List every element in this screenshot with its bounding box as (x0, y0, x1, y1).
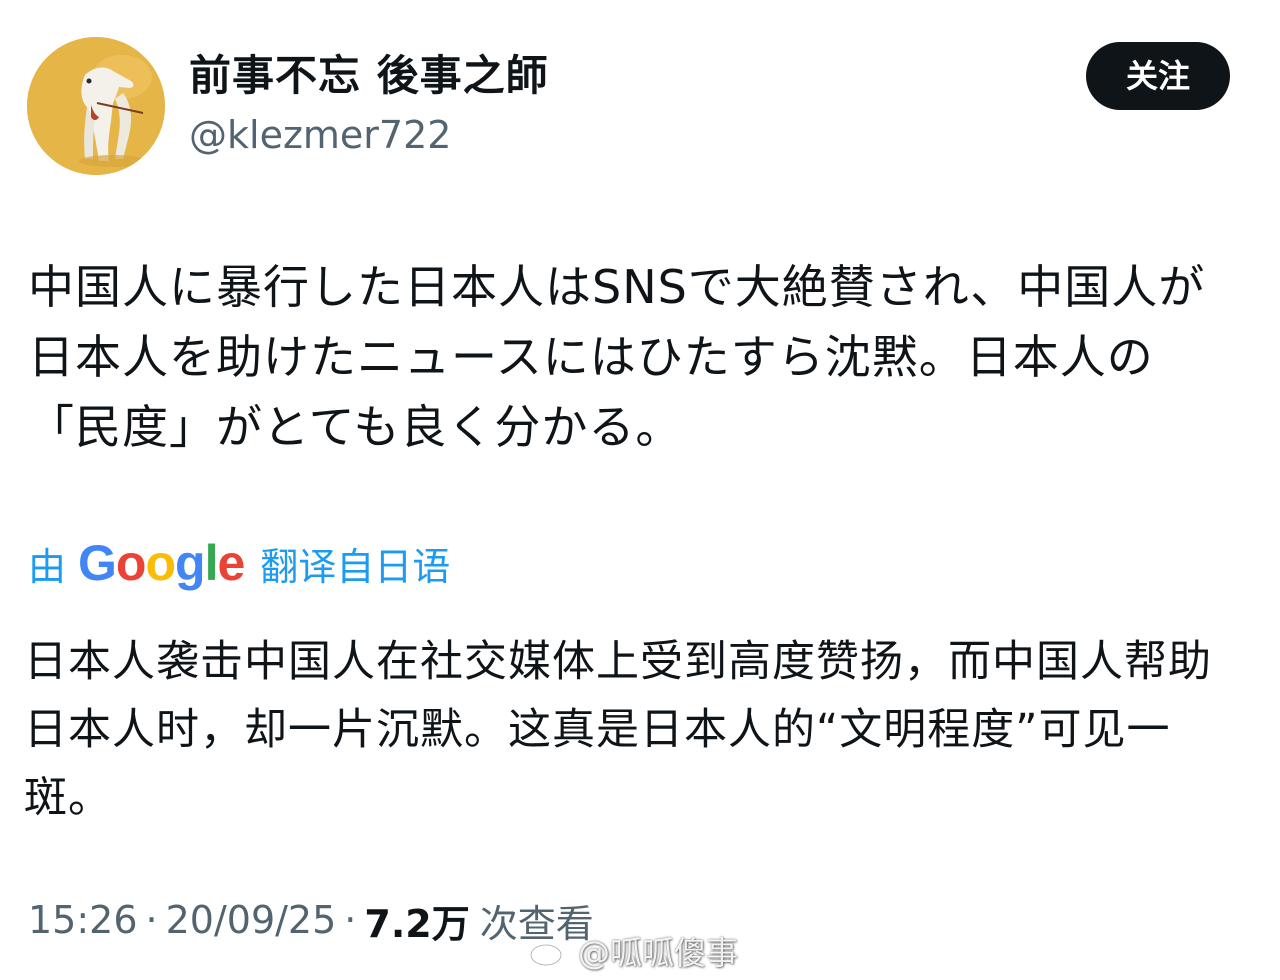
translation-prefix: 由 (28, 544, 67, 589)
avatar[interactable] (27, 37, 165, 175)
tweet-text: 中国人に暴行した日本人はSNSで大絶賛され、中国人が日本人を助けたニュースにはひ… (28, 260, 1206, 454)
author-handle[interactable]: @klezmer722 (189, 110, 451, 160)
tweet-meta: 15:26 · 20/09/25 · 7.2万 次查看 (28, 892, 594, 948)
dog-avatar-icon (27, 37, 165, 175)
watermark-text: @呱呱傻事 (578, 934, 739, 972)
tweet-time[interactable]: 15:26 (28, 898, 138, 942)
google-logo-icon: Google (78, 535, 245, 591)
tweet-date[interactable]: 20/09/25 (166, 898, 337, 942)
weibo-icon (529, 938, 566, 967)
translation-attribution[interactable]: 由 Google 翻译自日语 (28, 532, 450, 594)
meta-separator: · (344, 898, 357, 942)
follow-button[interactable]: 关注 (1086, 42, 1230, 110)
watermark: @呱呱傻事 (528, 926, 738, 976)
translated-text: 日本人袭击中国人在社交媒体上受到高度赞扬，而中国人帮助日本人时，却一片沉默。这真… (24, 637, 1212, 823)
translation-source-label: 翻译自日语 (260, 544, 451, 589)
views-count[interactable]: 7.2万 (364, 893, 469, 948)
meta-separator: · (145, 898, 158, 942)
author-display-name[interactable]: 前事不忘 後事之師 (189, 48, 549, 104)
